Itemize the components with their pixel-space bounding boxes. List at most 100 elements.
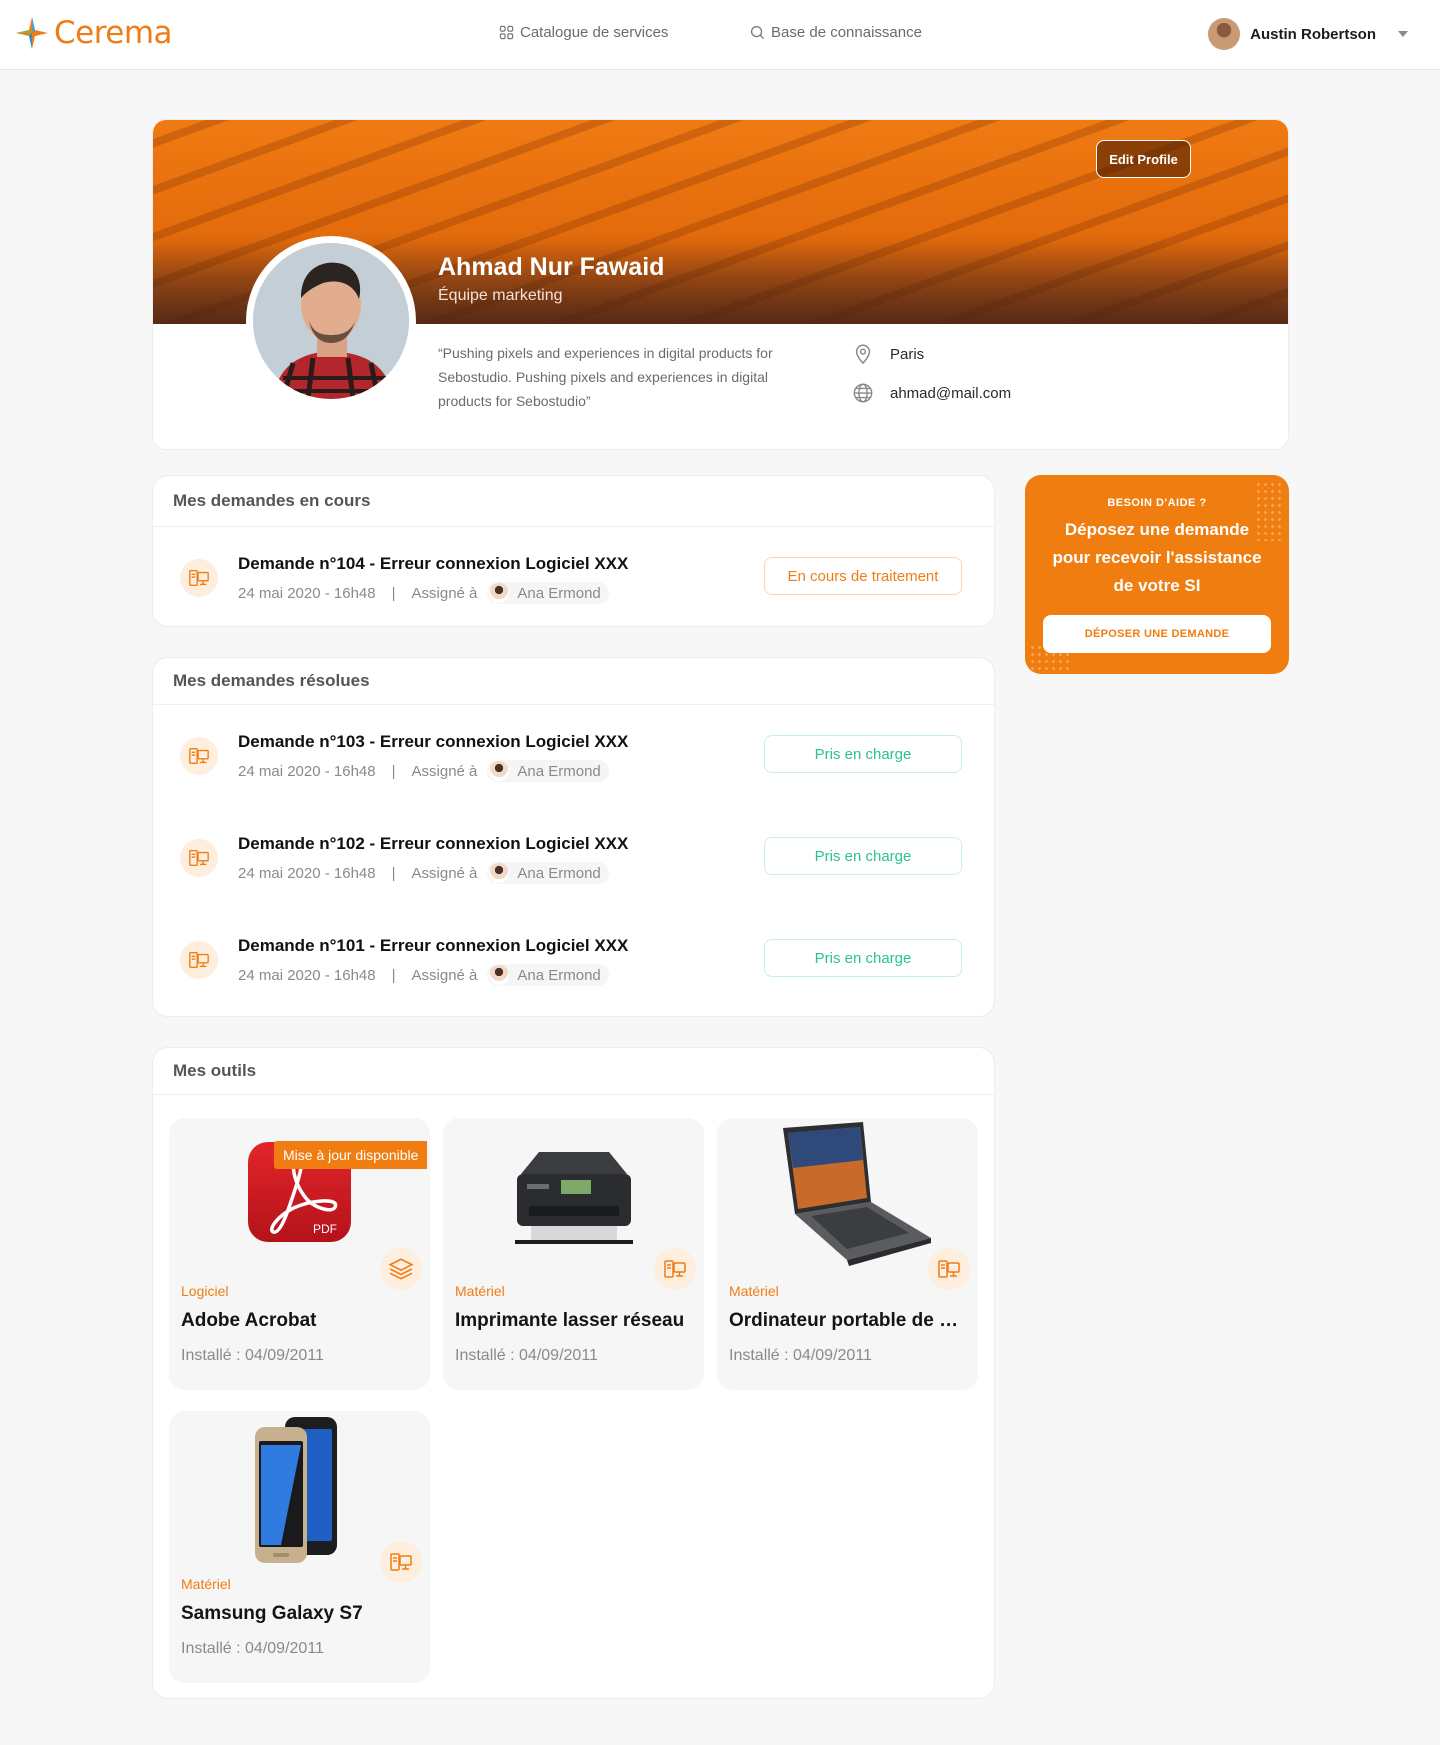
tool-installed-date: Installé : 04/09/2011 xyxy=(181,1347,324,1364)
avatar xyxy=(489,863,510,883)
nav-knowledge-label: Base de connaissance xyxy=(771,24,922,41)
pdf-label: PDF xyxy=(313,1222,337,1236)
layers-icon xyxy=(380,1248,422,1290)
desktop-computer-icon xyxy=(928,1248,970,1290)
tool-image: PDF Mise à jour disponible xyxy=(169,1118,430,1268)
user-menu[interactable]: Austin Robertson xyxy=(1208,18,1408,50)
requests-resolved-card: Mes demandes résolues Demande n°103 - Er… xyxy=(152,657,995,1017)
assigned-label: Assigné à xyxy=(411,584,478,602)
desktop-computer-icon xyxy=(180,737,218,775)
section-title: Mes outils xyxy=(153,1048,994,1095)
assignee-name: Ana Ermond xyxy=(517,864,601,882)
edit-profile-button[interactable]: Edit Profile xyxy=(1096,140,1191,178)
profile-photo xyxy=(253,243,409,399)
request-meta: 24 mai 2020 - 16h48 | Assigné à Ana Ermo… xyxy=(238,862,609,884)
help-text: Déposez une demande pour recevoir l'assi… xyxy=(1052,520,1262,595)
list-item[interactable]: Demande n°102 - Erreur connexion Logicie… xyxy=(180,834,970,886)
tool-installed-date: Installé : 04/09/2011 xyxy=(455,1347,598,1364)
assignee-name: Ana Ermond xyxy=(517,584,601,602)
status-badge[interactable]: Pris en charge xyxy=(764,939,962,977)
tool-category: Logiciel xyxy=(181,1283,229,1299)
assignee-chip: Ana Ermond xyxy=(487,760,609,782)
update-available-badge[interactable]: Mise à jour disponible xyxy=(274,1141,428,1169)
assigned-label: Assigné à xyxy=(411,762,478,780)
tool-category: Matériel xyxy=(455,1283,505,1299)
nav-catalogue-label: Catalogue de services xyxy=(520,24,669,41)
cerema-logo[interactable]: Cerema xyxy=(14,15,173,51)
assignee-name: Ana Ermond xyxy=(517,762,601,780)
nav-catalogue-services[interactable]: Catalogue de services xyxy=(499,24,668,41)
status-badge[interactable]: Pris en charge xyxy=(764,837,962,875)
profile-location: Paris xyxy=(852,343,924,365)
tool-name: Imprimante lasser réseau xyxy=(455,1310,685,1331)
list-item[interactable]: Demande n°101 - Erreur connexion Logicie… xyxy=(180,936,970,988)
request-meta: 24 mai 2020 - 16h48 | Assigné à Ana Ermo… xyxy=(238,964,609,986)
laptop-image xyxy=(782,1122,931,1266)
tool-card-printer[interactable]: Matériel Imprimante lasser réseau Instal… xyxy=(443,1118,704,1390)
section-title: Mes demandes résolues xyxy=(153,658,994,705)
request-title: Demande n°103 - Erreur connexion Logicie… xyxy=(238,732,629,751)
tool-category: Matériel xyxy=(729,1283,779,1299)
search-icon xyxy=(750,25,765,40)
meta-separator: | xyxy=(391,762,396,780)
desktop-computer-icon xyxy=(380,1541,422,1583)
assignee-chip: Ana Ermond xyxy=(487,582,609,604)
smartphone-image xyxy=(254,1417,337,1563)
request-date: 24 mai 2020 - 16h48 xyxy=(238,584,376,602)
help-card: BESOIN D'AIDE ? Déposez une demande pour… xyxy=(1025,475,1289,674)
submit-request-button[interactable]: DÉPOSER UNE DEMANDE xyxy=(1043,615,1271,653)
avatar xyxy=(489,965,510,985)
meta-separator: | xyxy=(391,864,396,882)
meta-separator: | xyxy=(391,584,396,602)
meta-separator: | xyxy=(391,966,396,984)
nav-base-connaissance[interactable]: Base de connaissance xyxy=(750,24,922,41)
tool-image xyxy=(443,1118,704,1268)
profile-email: ahmad@mail.com xyxy=(852,382,1011,404)
request-title: Demande n°104 - Erreur connexion Logicie… xyxy=(238,554,629,573)
profile-email-text[interactable]: ahmad@mail.com xyxy=(890,385,1011,402)
tools-card: Mes outils PDF Mise à jour disponible Lo… xyxy=(152,1047,995,1699)
profile-team: Équipe marketing xyxy=(438,287,563,304)
status-badge[interactable]: En cours de traitement xyxy=(764,557,962,595)
tool-name: Ordinateur portable de bureau xyxy=(729,1310,969,1331)
request-title: Demande n°101 - Erreur connexion Logicie… xyxy=(238,936,629,955)
tool-card-laptop[interactable]: Matériel Ordinateur portable de bureau I… xyxy=(717,1118,978,1390)
assigned-label: Assigné à xyxy=(411,966,478,984)
tool-installed-date: Installé : 04/09/2011 xyxy=(181,1640,324,1657)
printer-image xyxy=(514,1152,633,1244)
tool-image xyxy=(717,1118,978,1268)
request-date: 24 mai 2020 - 16h48 xyxy=(238,966,376,984)
tool-image xyxy=(169,1411,430,1563)
avatar xyxy=(1208,18,1241,50)
list-item[interactable]: Demande n°103 - Erreur connexion Logicie… xyxy=(180,732,970,784)
profile-name: Ahmad Nur Fawaid xyxy=(438,253,665,281)
help-kicker: BESOIN D'AIDE ? xyxy=(1107,497,1207,509)
requests-in-progress-card: Mes demandes en cours Demande n°104 - Er… xyxy=(152,475,995,627)
user-name: Austin Robertson xyxy=(1250,25,1376,43)
tool-card-adobe-acrobat[interactable]: PDF Mise à jour disponible Logiciel Adob… xyxy=(169,1118,430,1390)
brand-name: Cerema xyxy=(54,15,173,51)
desktop-computer-icon xyxy=(180,559,218,597)
globe-icon xyxy=(853,383,873,403)
assignee-name: Ana Ermond xyxy=(517,966,601,984)
tool-card-samsung-galaxy-s7[interactable]: Matériel Samsung Galaxy S7 Installé : 04… xyxy=(169,1411,430,1683)
assignee-chip: Ana Ermond xyxy=(487,964,609,986)
tool-category: Matériel xyxy=(181,1576,231,1592)
location-pin-icon xyxy=(855,344,871,365)
request-meta: 24 mai 2020 - 16h48 | Assigné à Ana Ermo… xyxy=(238,582,609,604)
list-item[interactable]: Demande n°104 - Erreur connexion Logicie… xyxy=(180,554,970,606)
profile-location-text: Paris xyxy=(890,345,925,363)
status-badge[interactable]: Pris en charge xyxy=(764,735,962,773)
profile-avatar xyxy=(246,236,416,406)
request-title: Demande n°102 - Erreur connexion Logicie… xyxy=(238,834,629,853)
request-date: 24 mai 2020 - 16h48 xyxy=(238,864,376,882)
desktop-computer-icon xyxy=(180,941,218,979)
tool-name: Samsung Galaxy S7 xyxy=(181,1603,363,1624)
grid-icon xyxy=(499,25,514,40)
assignee-chip: Ana Ermond xyxy=(487,862,609,884)
desktop-computer-icon xyxy=(180,839,218,877)
tool-name: Adobe Acrobat xyxy=(181,1310,317,1331)
chevron-down-icon xyxy=(1398,31,1408,37)
assigned-label: Assigné à xyxy=(411,864,478,882)
avatar xyxy=(489,583,510,603)
